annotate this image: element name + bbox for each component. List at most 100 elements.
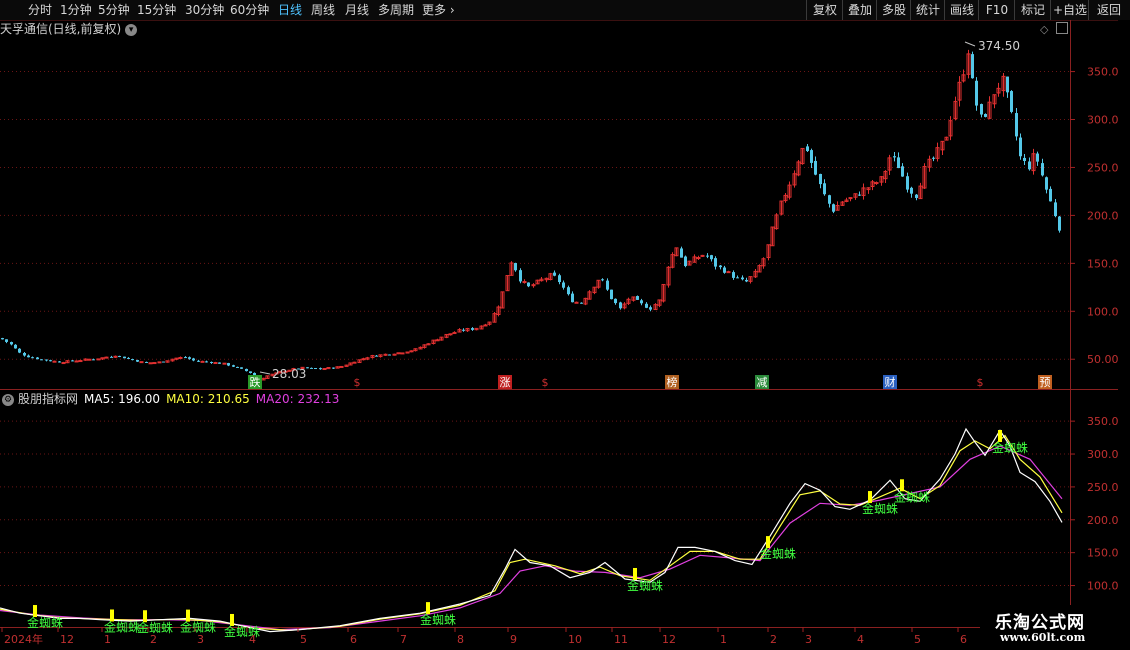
- event-marker[interactable]: 预: [1040, 376, 1051, 389]
- candle-body-down: [680, 248, 683, 258]
- ma5-line: [0, 427, 1063, 633]
- event-marker[interactable]: 减: [757, 376, 768, 389]
- chart-canvas: 金蜘蛛 金蜘蛛金蜘蛛 金蜘蛛 金蜘蛛金蜘蛛金蜘蛛金蜘蛛金蜘蛛金蜘蛛金蜘蛛 350.03…: [0, 20, 1119, 650]
- candle-body-down: [1, 338, 4, 340]
- candle-body-down: [388, 354, 391, 356]
- signal-label: 金蜘蛛: [420, 612, 456, 627]
- indicator-name[interactable]: 股朋指标网: [18, 392, 78, 406]
- candle-body-up: [157, 361, 162, 364]
- chevron-down-icon[interactable]: ▾: [125, 23, 138, 36]
- candle-body-up: [322, 368, 327, 371]
- signal-label: 金蜘蛛: [894, 489, 930, 504]
- candle-body-up: [87, 358, 92, 361]
- candle-body-down: [471, 328, 474, 330]
- candle-body-down: [210, 361, 213, 363]
- date-tick: 4: [857, 633, 864, 646]
- candle-body-down: [1058, 216, 1061, 231]
- event-marker[interactable]: $: [354, 376, 361, 389]
- date-tick: 12: [662, 633, 676, 646]
- candle-body-down: [14, 344, 17, 349]
- candle-body-down: [971, 54, 974, 79]
- candle-body-down: [571, 293, 574, 303]
- candle-body-down: [553, 272, 556, 276]
- candle-body-down: [806, 146, 809, 152]
- date-tick: 8: [457, 633, 464, 646]
- candle-body-down: [319, 368, 322, 370]
- candle-body-up: [574, 301, 579, 304]
- candle-body-down: [245, 368, 248, 372]
- right-edge-strip: [1118, 20, 1130, 650]
- candle-body-down: [197, 360, 200, 362]
- candle-body-down: [814, 160, 817, 175]
- date-tick: 6: [960, 633, 967, 646]
- settings-gear-icon[interactable]: ⚙: [2, 393, 14, 406]
- signal-label: 金蜘蛛: [862, 501, 898, 516]
- candle-body-down: [1028, 161, 1031, 170]
- diamond-icon[interactable]: ◇: [1040, 23, 1048, 36]
- candle-body-down: [184, 357, 187, 359]
- candle-body-down: [1041, 163, 1044, 176]
- candle-body-down: [606, 280, 609, 290]
- candle-body-down: [710, 255, 713, 260]
- main-axis-tick: 250.0: [1087, 161, 1119, 174]
- date-tick: 5: [300, 633, 307, 646]
- candle-body-down: [310, 367, 313, 369]
- candle-body-down: [1006, 76, 1009, 93]
- candle-body-up: [222, 362, 227, 365]
- window-toggle-icon[interactable]: [1056, 22, 1068, 34]
- indicator-price-axis: 350.0 300.0 250.0 200.0 150.0 100.0: [1070, 415, 1119, 593]
- candle-body-down: [828, 195, 831, 204]
- candle-body-down: [519, 270, 522, 282]
- event-marker[interactable]: 跌: [250, 375, 261, 389]
- date-tick: 3: [197, 633, 204, 646]
- event-marker[interactable]: $: [977, 376, 984, 389]
- date-tick: 4: [249, 633, 256, 646]
- candle-body-down: [562, 282, 565, 288]
- main-axis-tick: 200.0: [1087, 209, 1119, 222]
- candle-body-down: [732, 272, 735, 278]
- candle-body-up: [74, 360, 79, 363]
- ma5-value: MA5: 196.00: [84, 392, 161, 406]
- date-tick: 12: [60, 633, 74, 646]
- candle-body-down: [58, 361, 61, 363]
- candle-body-up: [339, 365, 344, 368]
- indicator-axis-tick: 150.0: [1087, 547, 1119, 560]
- candle-body-down: [901, 166, 904, 177]
- candle-body-down: [227, 363, 230, 366]
- candle-body-down: [18, 348, 21, 353]
- candle-body-down: [92, 359, 95, 361]
- candle-body-down: [723, 267, 726, 273]
- candle-body-down: [1045, 177, 1048, 190]
- candle-body-down: [719, 265, 722, 268]
- candle-body-down: [832, 204, 835, 212]
- candle-body-down: [1023, 157, 1026, 161]
- main-grid: [0, 20, 1118, 650]
- candle-body-down: [205, 361, 208, 363]
- indicator-axis-tick: 250.0: [1087, 481, 1119, 494]
- candle-body-up: [96, 358, 101, 361]
- candle-body-down: [192, 358, 195, 361]
- candle-body-down: [1010, 91, 1013, 112]
- candle-body-down: [619, 302, 622, 309]
- candle-body-up: [352, 361, 357, 364]
- candle-body-down: [131, 359, 134, 361]
- candle-body-down: [462, 329, 465, 331]
- candle-body-down: [975, 80, 978, 106]
- candle-body-down: [314, 368, 317, 370]
- candle-body-down: [1019, 137, 1022, 157]
- candle-body-up: [874, 182, 879, 185]
- candle-body-up: [78, 360, 83, 363]
- event-marker[interactable]: 榜: [667, 375, 678, 389]
- candle-body-down: [332, 367, 335, 369]
- event-marker[interactable]: $: [542, 376, 549, 389]
- candle-body-up: [448, 333, 453, 336]
- event-marker[interactable]: 涨: [500, 376, 511, 389]
- low-price-label: 28.03: [272, 367, 306, 381]
- candle-body-down: [27, 355, 30, 358]
- stock-title: 天孚通信(日线,前复权): [0, 22, 122, 36]
- event-marker[interactable]: 财: [885, 375, 896, 389]
- candle-body-up: [483, 324, 488, 327]
- price-annotations: 374.50 28.03: [259, 39, 1020, 381]
- signal-label: 金蜘蛛: [992, 440, 1028, 455]
- candle-body-down: [306, 367, 309, 369]
